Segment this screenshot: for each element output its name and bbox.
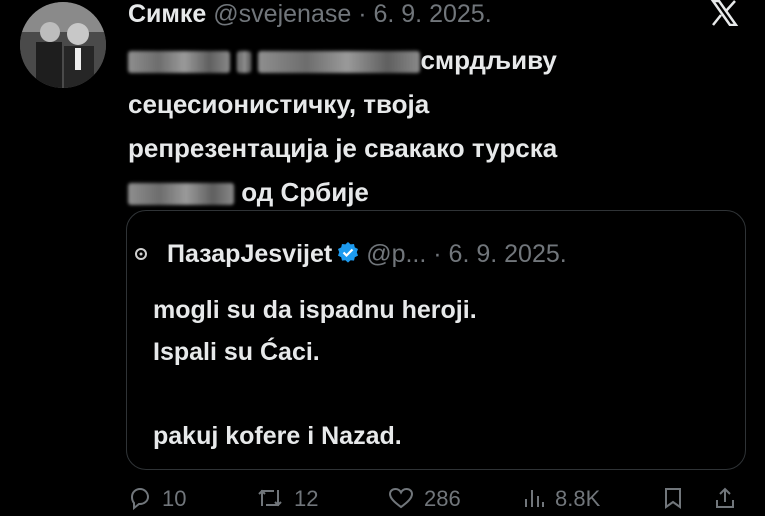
tweet-text-line: смрдљиву <box>420 45 557 75</box>
bookmark-button[interactable] <box>663 486 693 512</box>
quote-header: ПазарJesvijet @p... · 6. 9. 2025. <box>135 239 567 269</box>
reply-icon <box>130 487 150 511</box>
quote-text: mogli su da ispadnu heroji. Ispali su Ća… <box>153 296 477 450</box>
censored-word <box>128 51 230 74</box>
verified-badge-icon <box>338 242 359 263</box>
x-logo-icon <box>710 0 739 26</box>
quote-avatar[interactable] <box>135 248 147 260</box>
like-icon <box>388 487 414 509</box>
views-button[interactable]: 8.8K <box>523 486 600 512</box>
views-count: 8.8K <box>555 486 601 511</box>
header-separator: · <box>358 0 367 28</box>
reply-count: 10 <box>162 486 187 511</box>
author-handle[interactable]: @svejenase <box>213 0 351 28</box>
quoted-tweet[interactable]: ПазарJesvijet @p... · 6. 9. 2025. mogli … <box>126 210 746 470</box>
tweet-text: смрдљиву сецесионистичку, твоја репрезен… <box>128 38 738 214</box>
quote-date[interactable]: 6. 9. 2025. <box>449 240 567 268</box>
bookmark-icon <box>665 488 681 509</box>
censored-word <box>128 183 234 206</box>
views-icon <box>525 490 544 507</box>
tweet-text-line: сецесионистичку, твоја <box>128 89 430 119</box>
like-button[interactable]: 286 <box>388 486 461 512</box>
repost-icon <box>258 489 282 507</box>
tweet-text-line: од Србије <box>241 177 369 207</box>
quote-author-name[interactable]: ПазарJesvijet <box>167 240 332 268</box>
share-icon <box>716 487 734 508</box>
censored-word <box>258 51 421 74</box>
tweet-text-line: репрезентација је свакако турска <box>128 133 558 163</box>
like-count: 286 <box>424 486 461 511</box>
action-bar: 10 12 286 8.8K <box>128 486 748 516</box>
share-button[interactable] <box>713 486 747 512</box>
repost-count: 12 <box>294 486 319 511</box>
reply-button[interactable]: 10 <box>128 486 186 512</box>
quote-author-handle[interactable]: @p... <box>366 240 426 268</box>
author-name[interactable]: Симке <box>128 0 206 28</box>
quote-separator: · <box>433 240 442 268</box>
repost-button[interactable]: 12 <box>256 486 318 512</box>
tweet-date[interactable]: 6. 9. 2025. <box>373 0 491 28</box>
tweet-header: Симке @svejenase · 6. 9. 2025. <box>128 0 492 28</box>
censored-word <box>237 51 252 74</box>
author-avatar[interactable] <box>20 2 106 88</box>
